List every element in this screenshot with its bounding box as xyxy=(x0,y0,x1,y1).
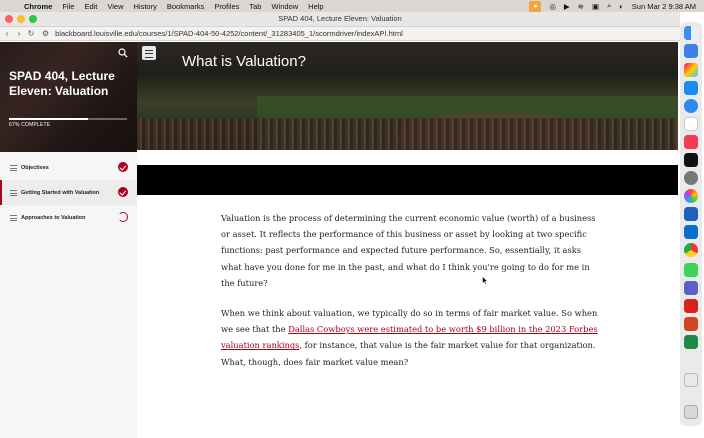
menu-window[interactable]: Window xyxy=(271,2,298,11)
menu-history[interactable]: History xyxy=(134,2,157,11)
creative-cloud-icon[interactable]: ◎ xyxy=(549,2,556,11)
finder-icon[interactable] xyxy=(684,26,698,40)
complete-check-icon xyxy=(118,187,128,197)
lesson-label: Approaches to Valuation xyxy=(21,214,86,221)
photos-icon[interactable] xyxy=(684,189,698,203)
control-center-toggle-icon[interactable]: ◐ xyxy=(619,2,624,11)
back-icon[interactable]: ‹ xyxy=(2,29,12,38)
menu-edit[interactable]: Edit xyxy=(84,2,97,11)
lesson-label: Getting Started with Valuation xyxy=(21,189,100,196)
launchpad-icon[interactable] xyxy=(684,63,698,77)
apple-tv-icon[interactable] xyxy=(684,153,698,167)
lesson-text: Valuation is the process of determining … xyxy=(221,210,601,384)
excel-icon[interactable] xyxy=(684,335,698,349)
progress-bar xyxy=(9,118,127,120)
macos-dock xyxy=(680,22,702,426)
paragraph-1: Valuation is the process of determining … xyxy=(221,213,596,288)
lesson-content: What is Valuation? Valuation is the proc… xyxy=(137,42,678,438)
menu-profiles[interactable]: Profiles xyxy=(214,2,239,11)
complete-check-icon xyxy=(118,162,128,172)
powerpoint-icon[interactable] xyxy=(684,317,698,331)
calendar-icon[interactable] xyxy=(684,117,698,131)
search-icon[interactable] xyxy=(118,48,128,58)
menu-view[interactable]: View xyxy=(107,2,123,11)
wifi-icon[interactable]: ≋ xyxy=(578,2,584,11)
outlook-icon[interactable] xyxy=(684,225,698,239)
lesson-icon xyxy=(10,190,17,196)
mouse-cursor-icon xyxy=(482,276,488,285)
progress-fill xyxy=(9,118,89,120)
menu-app-name[interactable]: Chrome xyxy=(24,2,52,11)
microphone-icon[interactable]: ● xyxy=(529,0,542,12)
chrome-icon[interactable] xyxy=(684,243,698,257)
site-info-icon[interactable]: ⚙ xyxy=(42,29,49,38)
messages-icon[interactable] xyxy=(684,263,698,277)
url-field[interactable]: blackboard.louisville.edu/courses/1/SPAD… xyxy=(55,29,403,38)
reload-icon[interactable]: ↻ xyxy=(26,29,36,38)
lesson-item-getting-started[interactable]: Getting Started with Valuation xyxy=(0,180,137,205)
app-store-icon[interactable] xyxy=(684,81,698,95)
search-menu-icon[interactable]: ⌕ xyxy=(607,1,611,11)
settings-icon[interactable] xyxy=(684,171,698,185)
menu-toggle-button[interactable] xyxy=(142,46,156,60)
address-bar: ‹ › ↻ ⚙ blackboard.louisville.edu/course… xyxy=(0,27,680,41)
lesson-item-objectives[interactable]: Objectives xyxy=(0,155,137,180)
downloads-icon[interactable] xyxy=(684,373,698,387)
progress-label: 67% COMPLETE xyxy=(9,122,51,128)
window-title-bar: SPAD 404, Lecture Eleven: Valuation xyxy=(0,12,680,27)
music-icon[interactable] xyxy=(684,135,698,149)
compass-icon[interactable] xyxy=(684,99,698,113)
paragraph-2: When we think about valuation, we typica… xyxy=(221,305,601,370)
trash-icon[interactable] xyxy=(684,405,698,419)
window-title: SPAD 404, Lecture Eleven: Valuation xyxy=(278,14,402,23)
lesson-icon xyxy=(10,165,17,171)
forward-icon[interactable]: › xyxy=(14,29,24,38)
course-title: SPAD 404, Lecture Eleven: Valuation xyxy=(9,69,115,98)
hero-banner: What is Valuation? xyxy=(137,42,678,150)
lesson-label: Objectives xyxy=(21,164,49,171)
menu-bookmarks[interactable]: Bookmarks xyxy=(167,2,205,11)
macos-menu-bar: Chrome File Edit View History Bookmarks … xyxy=(0,0,704,12)
lesson-item-approaches[interactable]: Approaches to Valuation xyxy=(0,205,137,230)
menubar-datetime[interactable]: Sun Mar 2 9:38 AM xyxy=(632,2,696,11)
acrobat-icon[interactable] xyxy=(684,299,698,313)
word-icon[interactable] xyxy=(684,207,698,221)
media-band xyxy=(137,165,678,195)
menu-file[interactable]: File xyxy=(62,2,74,11)
teams-icon[interactable] xyxy=(684,281,698,295)
lesson-icon xyxy=(10,215,17,221)
course-sidebar: SPAD 404, Lecture Eleven: Valuation 67% … xyxy=(0,42,137,438)
course-header: SPAD 404, Lecture Eleven: Valuation 67% … xyxy=(0,42,137,152)
menu-tab[interactable]: Tab xyxy=(249,2,261,11)
in-progress-icon xyxy=(118,212,128,222)
safari-icon[interactable] xyxy=(684,44,698,58)
menu-help[interactable]: Help xyxy=(308,2,323,11)
page-title: What is Valuation? xyxy=(182,53,306,70)
lesson-list: Objectives Getting Started with Valuatio… xyxy=(0,155,137,230)
control-center-icon[interactable]: ▣ xyxy=(592,2,599,11)
playback-icon[interactable]: ▶ xyxy=(564,2,570,11)
